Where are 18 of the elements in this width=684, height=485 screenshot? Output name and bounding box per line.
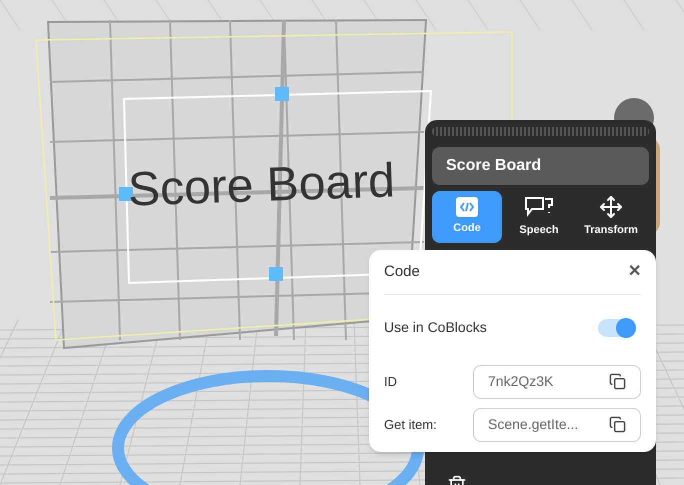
speech-bubble-icon — [523, 195, 555, 220]
board-text: Score Board — [127, 157, 396, 215]
close-button[interactable]: ✕ — [628, 260, 641, 284]
copy-icon[interactable] — [609, 373, 626, 390]
field-label: ID — [384, 372, 397, 391]
read-only-field[interactable]: 7nk2Qz3K — [473, 364, 641, 398]
panel-tab[interactable]: Speech — [504, 191, 574, 243]
code-icon — [456, 197, 478, 218]
toggle-switch[interactable] — [598, 318, 636, 336]
panel-tab[interactable]: Transform — [576, 191, 646, 243]
copy-icon[interactable] — [609, 416, 626, 433]
toggle-label: Use in CoBlocks — [384, 318, 487, 337]
popup-title: Code — [384, 262, 420, 282]
read-only-field[interactable]: Scene.getIte... — [473, 408, 641, 442]
field-label: Get item: — [384, 416, 437, 434]
move-arrows-icon — [599, 195, 623, 220]
drag-handle[interactable] — [432, 127, 649, 136]
object-name-field[interactable]: Score Board — [432, 147, 649, 185]
